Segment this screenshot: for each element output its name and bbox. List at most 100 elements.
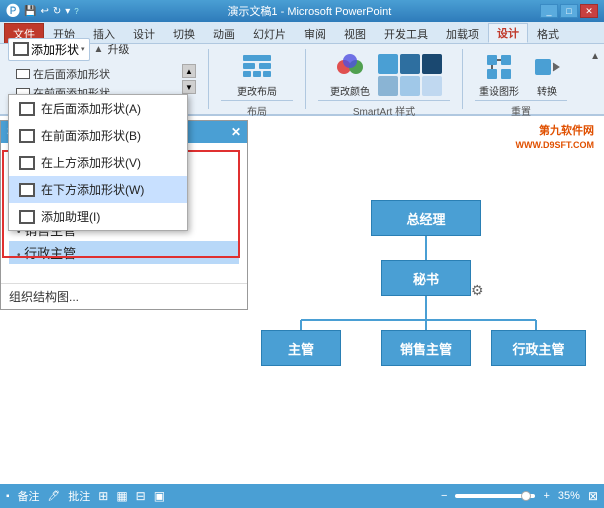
org-label-secretary: 秘书: [413, 269, 439, 288]
fit-window-button[interactable]: ⊠: [588, 489, 598, 503]
add-shape-label: 添加形状: [31, 41, 79, 58]
smartart-handle-icon[interactable]: ⚙: [471, 282, 484, 299]
dropdown-item-before[interactable]: 在前面添加形状(B): [9, 122, 187, 149]
change-color-icon: [334, 51, 366, 83]
status-slide-icon: ▪: [6, 491, 10, 502]
change-color-label: 更改颜色: [330, 83, 370, 98]
add-above-dropdown-icon: [19, 156, 35, 170]
dropdown-label-above: 在上方添加形状(V): [41, 154, 141, 171]
move-up-button[interactable]: ▲: [182, 64, 196, 78]
status-comment[interactable]: 批注: [68, 488, 90, 504]
change-layout-label: 更改布局: [237, 83, 277, 98]
text-panel-close-button[interactable]: ✕: [231, 125, 241, 139]
dropdown-label-before: 在前面添加形状(B): [41, 127, 141, 144]
smartart-diagram: 总经理 秘书 主管 销售主管 行政主管 ⚙: [261, 190, 591, 410]
status-left: ▪ 备注 🖊 批注 ⊞ ▦ ⊟ ▣: [6, 488, 165, 504]
add-before-dropdown-icon: [19, 129, 35, 143]
add-shape-button[interactable]: 添加形状 ▾: [8, 38, 90, 61]
org-chart-link[interactable]: 组织结构图...: [1, 283, 247, 309]
dropdown-item-assistant[interactable]: 添加助理(I): [9, 203, 187, 230]
org-box-secretary[interactable]: 秘书: [381, 260, 471, 296]
zoom-out-button[interactable]: −: [441, 490, 447, 502]
titlebar: 🅟 💾 ↩ ↻ ▾ ? 演示文稿1 - Microsoft PowerPoint…: [0, 0, 604, 22]
zoom-level[interactable]: 35%: [558, 490, 580, 502]
close-button[interactable]: ✕: [580, 4, 598, 18]
add-after-dropdown-icon: [19, 102, 35, 116]
tab-addins[interactable]: 加载项: [437, 23, 488, 43]
tab-animation[interactable]: 动画: [204, 23, 244, 43]
zoom-in-button[interactable]: +: [543, 490, 549, 502]
minimize-button[interactable]: _: [540, 4, 558, 18]
tab-review[interactable]: 审阅: [295, 23, 335, 43]
org-box-general-manager[interactable]: 总经理: [371, 200, 481, 236]
ribbon-divider-3: [462, 49, 463, 109]
titlebar-left: 🅟 💾 ↩ ↻ ▾ ?: [6, 1, 79, 21]
ribbon-collapse-button[interactable]: ▲: [590, 48, 600, 62]
convert-button[interactable]: 转换: [527, 49, 567, 100]
style-swatch-5[interactable]: [400, 76, 420, 96]
org-box-sales[interactable]: 销售主管: [381, 330, 471, 366]
style-swatch-2[interactable]: [400, 54, 420, 74]
reset-buttons: 重设图形 转换: [475, 49, 567, 100]
dropdown-item-after[interactable]: 在后面添加形状(A): [9, 95, 187, 122]
tab-slides[interactable]: 幻灯片: [244, 23, 295, 43]
layout-buttons: 更改布局: [233, 49, 281, 100]
convert-label: 转换: [537, 83, 557, 98]
zoom-thumb: [521, 491, 531, 501]
add-after-icon: [16, 69, 30, 79]
ribbon-divider-1: [208, 49, 209, 109]
style-swatch-3[interactable]: [422, 54, 442, 74]
add-shape-dropdown: 在后面添加形状(A) 在前面添加形状(B) 在上方添加形状(V) 在下方添加形状…: [8, 94, 188, 231]
add-assistant-dropdown-icon: [19, 210, 35, 224]
upgrade-label[interactable]: 升级: [107, 41, 129, 57]
titlebar-controls[interactable]: _ □ ✕: [540, 4, 598, 18]
move-down-button[interactable]: ▼: [182, 80, 196, 94]
style-swatch-4[interactable]: [378, 76, 398, 96]
tab-devtools[interactable]: 开发工具: [375, 23, 437, 43]
org-label-general-manager: 总经理: [406, 209, 445, 228]
status-backup[interactable]: 备注: [18, 488, 40, 504]
zoom-slider[interactable]: [455, 494, 535, 498]
dropdown-label-below: 在下方添加形状(W): [41, 181, 144, 198]
ribbon-section-reset: 重设图形 转换 重置: [471, 47, 571, 111]
org-box-manager1[interactable]: 主管: [261, 330, 341, 366]
convert-icon: [531, 51, 563, 83]
ribbon-section-smartart: 更改颜色 SmartArt 样式: [314, 47, 454, 111]
add-after-btn[interactable]: 在后面添加形状: [12, 65, 114, 83]
view-icon-1[interactable]: ⊞: [98, 489, 108, 503]
smartart-buttons: 更改颜色: [326, 49, 442, 100]
change-color-button[interactable]: 更改颜色: [326, 49, 374, 100]
view-icon-3[interactable]: ⊟: [136, 489, 146, 503]
style-swatch-1[interactable]: [378, 54, 398, 74]
dropdown-item-below[interactable]: 在下方添加形状(W): [9, 176, 187, 203]
list-item-admin[interactable]: • 行政主管: [9, 241, 239, 264]
view-icon-2[interactable]: ▦: [116, 489, 127, 503]
smartart-area[interactable]: 第九软件网 WWW.D9SFT.COM 总经理 秘书: [248, 116, 604, 484]
change-layout-button[interactable]: 更改布局: [233, 49, 281, 100]
tab-design2[interactable]: 设计: [488, 23, 528, 43]
tab-view[interactable]: 视图: [335, 23, 375, 43]
titlebar-title: 演示文稿1 - Microsoft PowerPoint: [79, 3, 540, 19]
org-box-admin[interactable]: 行政主管: [491, 330, 586, 366]
style-swatch-6[interactable]: [422, 76, 442, 96]
dropdown-item-above[interactable]: 在上方添加形状(V): [9, 149, 187, 176]
view-icon-4[interactable]: ▣: [154, 489, 165, 503]
watermark-line1: 第九软件网: [516, 124, 595, 139]
maximize-button[interactable]: □: [560, 4, 578, 18]
ribbon-section-layout: 更改布局 布局: [217, 47, 297, 111]
change-layout-icon: [241, 51, 273, 83]
tab-format[interactable]: 格式: [528, 23, 568, 43]
reset-shape-button[interactable]: 重设图形: [475, 49, 523, 100]
dropdown-label-after: 在后面添加形状(A): [41, 100, 141, 117]
statusbar: ▪ 备注 🖊 批注 ⊞ ▦ ⊟ ▣ − + 35% ⊠: [0, 484, 604, 508]
watermark-line2: WWW.D9SFT.COM: [516, 139, 595, 152]
add-below-dropdown-icon: [19, 183, 35, 197]
status-right: − + 35% ⊠: [441, 489, 598, 503]
ribbon-divider-2: [305, 49, 306, 109]
dropdown-label-assistant: 添加助理(I): [41, 208, 100, 225]
org-label-manager1: 主管: [288, 339, 314, 358]
reset-shape-icon: [483, 51, 515, 83]
org-label-admin: 行政主管: [512, 339, 564, 358]
dropdown-arrow-icon: ▾: [81, 45, 85, 53]
org-label-sales: 销售主管: [400, 339, 452, 358]
